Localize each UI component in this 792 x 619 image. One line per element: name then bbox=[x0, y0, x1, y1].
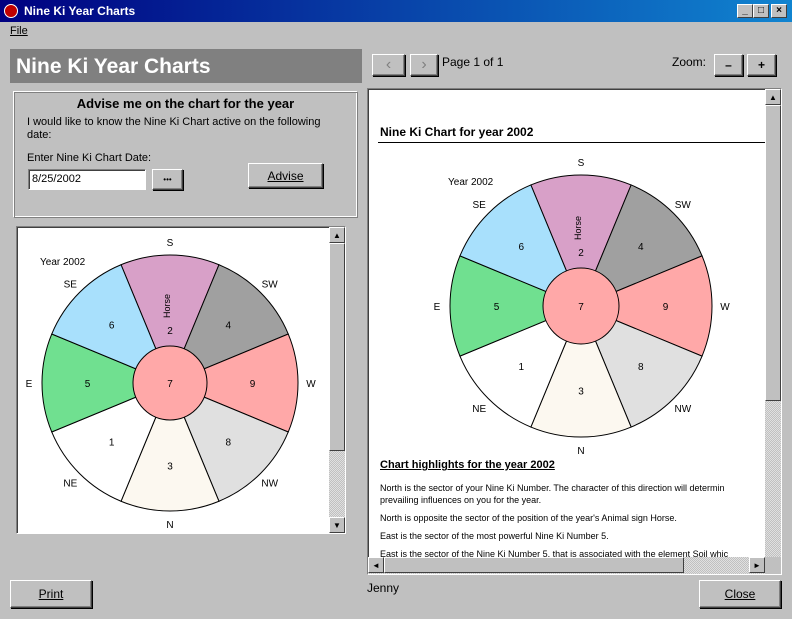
zoom-out-button[interactable]: – bbox=[714, 54, 743, 76]
direction-label: SW bbox=[262, 279, 279, 290]
left-vertical-scrollbar[interactable]: ▲ ▼ bbox=[329, 227, 345, 533]
advise-button[interactable]: Advise bbox=[248, 163, 323, 188]
highlight-paragraph: East is the sector of the most powerful … bbox=[380, 531, 609, 541]
direction-label: NW bbox=[674, 404, 691, 415]
advise-group: Advise me on the chart for the year I wo… bbox=[13, 91, 358, 218]
highlight-paragraph: North is the sector of your Nine Ki Numb… bbox=[380, 483, 725, 493]
direction-label: SE bbox=[64, 279, 78, 290]
close-window-button[interactable]: × bbox=[771, 4, 787, 18]
scroll-corner bbox=[765, 557, 781, 574]
title-bar: Nine Ki Year Charts _ □ × bbox=[0, 0, 792, 22]
zoom-in-button[interactable]: + bbox=[747, 54, 776, 76]
year-label: Year 2002 bbox=[40, 257, 86, 268]
sector-number: 3 bbox=[167, 462, 173, 473]
chart-panel-left: 7 2 S 4 SW 9 W 8 NW 3 N 1 NE 5 E 6 SE Horse Year 2002 ▲ ▼ bbox=[16, 226, 346, 534]
advise-description: I would like to know the Nine Ki Chart a… bbox=[27, 116, 321, 141]
page-indicator: Page 1 of 1 bbox=[442, 55, 504, 69]
direction-label: E bbox=[434, 302, 441, 313]
report-title: Nine Ki Chart for year 2002 bbox=[380, 125, 534, 139]
sector-number: 6 bbox=[109, 321, 115, 332]
direction-label: NE bbox=[472, 404, 486, 415]
direction-label: SW bbox=[675, 200, 692, 211]
sector-number: 9 bbox=[250, 379, 256, 390]
highlights-text: North is the sector of your Nine Ki Numb… bbox=[380, 482, 770, 560]
direction-label: S bbox=[578, 158, 585, 169]
year-label: Year 2002 bbox=[448, 177, 494, 188]
advise-heading: Advise me on the chart for the year bbox=[76, 96, 295, 111]
date-input[interactable]: 8/25/2002 bbox=[28, 169, 146, 190]
center-number: 7 bbox=[167, 379, 173, 390]
previous-page-button[interactable]: ‹ bbox=[372, 54, 405, 76]
sector-number: 4 bbox=[638, 242, 644, 253]
direction-label: N bbox=[577, 446, 584, 457]
highlights-heading: Chart highlights for the year 2002 bbox=[380, 459, 555, 471]
report-title-rule bbox=[378, 142, 765, 143]
sector-number: 5 bbox=[85, 379, 91, 390]
direction-label: W bbox=[720, 302, 730, 313]
sector-number: 9 bbox=[663, 302, 669, 313]
zoom-label: Zoom: bbox=[672, 55, 707, 69]
scroll-thumb[interactable] bbox=[765, 105, 781, 401]
nine-ki-chart-right: 7 2 S 4 SW 9 W 8 NW 3 N 1 NE 5 E 6 SE Horse Year 2002 bbox=[434, 158, 731, 457]
scroll-down-icon[interactable]: ▼ bbox=[329, 517, 345, 533]
direction-label: W bbox=[306, 379, 316, 390]
window-title: Nine Ki Year Charts bbox=[24, 4, 136, 18]
sector-number: 1 bbox=[518, 362, 524, 373]
sector-number: 3 bbox=[578, 387, 584, 398]
menu-bar: File bbox=[0, 22, 792, 40]
maximize-button[interactable]: □ bbox=[753, 4, 769, 18]
animal-sign-label: Horse bbox=[162, 294, 172, 318]
scroll-thumb[interactable] bbox=[384, 557, 684, 573]
direction-label: NE bbox=[63, 479, 77, 490]
scroll-up-icon[interactable]: ▲ bbox=[329, 227, 345, 243]
scroll-left-icon[interactable]: ◄ bbox=[368, 557, 384, 573]
animal-sign-label: Horse bbox=[573, 216, 583, 240]
page-title: Nine Ki Year Charts bbox=[10, 49, 362, 83]
sector-number: 2 bbox=[578, 248, 584, 259]
preview-horizontal-scrollbar[interactable]: ◄ ► bbox=[368, 557, 765, 574]
direction-label: N bbox=[166, 520, 173, 531]
sector-number: 2 bbox=[167, 326, 173, 337]
direction-label: S bbox=[167, 238, 174, 249]
direction-label: SE bbox=[473, 200, 487, 211]
nine-ki-chart-left: 7 2 S 4 SW 9 W 8 NW 3 N 1 NE 5 E 6 SE Horse Year 2002 bbox=[26, 238, 317, 531]
scroll-right-icon[interactable]: ► bbox=[749, 557, 765, 573]
sector-number: 4 bbox=[226, 321, 232, 332]
minimize-button[interactable]: _ bbox=[737, 4, 753, 18]
sector-number: 5 bbox=[494, 302, 500, 313]
highlight-paragraph: prevailing influences on you for the yea… bbox=[380, 495, 542, 505]
next-page-button[interactable]: › bbox=[410, 54, 438, 76]
close-button[interactable]: Close bbox=[699, 580, 781, 608]
date-label: Enter Nine Ki Chart Date: bbox=[27, 152, 152, 164]
report-preview: Nine Ki Chart for year 2002 7 2 S 4 SW 9 W 8 NW 3… bbox=[367, 88, 782, 575]
app-icon bbox=[4, 4, 18, 18]
preview-vertical-scrollbar[interactable]: ▲ bbox=[765, 89, 781, 557]
scroll-up-icon[interactable]: ▲ bbox=[765, 89, 781, 105]
scroll-thumb[interactable] bbox=[329, 243, 345, 451]
highlight-paragraph: North is opposite the sector of the posi… bbox=[380, 513, 677, 523]
sector-number: 6 bbox=[518, 242, 524, 253]
sector-number: 8 bbox=[226, 437, 232, 448]
sector-number: 8 bbox=[638, 362, 644, 373]
date-picker-button[interactable]: ••• bbox=[152, 169, 183, 190]
direction-label: E bbox=[26, 379, 33, 390]
menu-file[interactable]: File bbox=[10, 25, 28, 37]
center-number: 7 bbox=[578, 302, 584, 313]
sector-number: 1 bbox=[109, 437, 115, 448]
print-button[interactable]: Print bbox=[10, 580, 92, 608]
user-name: Jenny bbox=[367, 581, 400, 595]
direction-label: NW bbox=[261, 479, 278, 490]
